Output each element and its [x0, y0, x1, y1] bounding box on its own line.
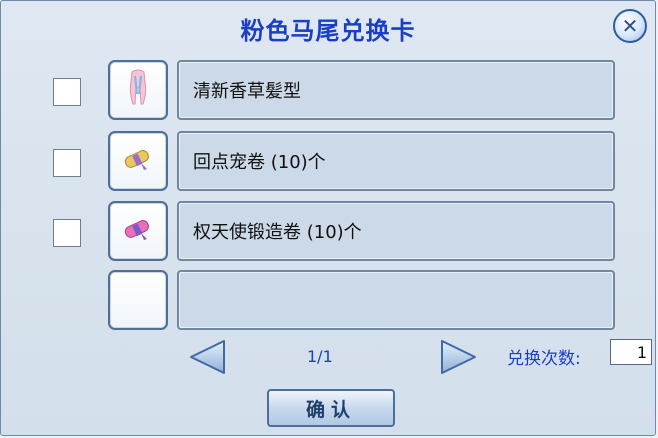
confirm-button[interactable]: 确认 — [267, 389, 395, 427]
item-checkbox[interactable] — [53, 149, 81, 177]
item-checkbox[interactable] — [53, 78, 81, 106]
item-checkbox[interactable] — [53, 219, 81, 247]
exchange-count-label: 兑换次数: — [507, 349, 581, 369]
item-row: 权天使锻造卷 (10)个 — [1, 201, 658, 263]
item-name — [177, 270, 615, 330]
item-slot[interactable] — [108, 201, 168, 261]
hairstyle-icon — [124, 68, 152, 112]
close-icon[interactable]: ✕ — [613, 9, 647, 43]
prev-arrow-icon[interactable] — [187, 338, 229, 376]
item-row: 清新香草髪型 — [1, 60, 658, 122]
page-indicator: 1/1 — [307, 347, 333, 366]
item-row — [1, 270, 658, 332]
item-slot-empty[interactable] — [108, 270, 168, 330]
scroll-gold-icon — [121, 145, 155, 177]
exchange-dialog: 粉色马尾兑换卡 ✕ 清新香草髪型 回点宠卷 (10)个 权天使锻造卷 (10)个… — [0, 0, 656, 436]
item-slot[interactable] — [108, 60, 168, 120]
next-arrow-icon[interactable] — [437, 338, 479, 376]
dialog-title: 粉色马尾兑换卡 — [240, 17, 416, 45]
item-name: 权天使锻造卷 (10)个 — [177, 201, 615, 261]
item-name: 清新香草髪型 — [177, 60, 615, 120]
item-slot[interactable] — [108, 131, 168, 191]
item-row: 回点宠卷 (10)个 — [1, 131, 658, 193]
item-name: 回点宠卷 (10)个 — [177, 131, 615, 191]
scroll-pink-icon — [121, 215, 155, 247]
exchange-count-input[interactable] — [610, 339, 652, 365]
